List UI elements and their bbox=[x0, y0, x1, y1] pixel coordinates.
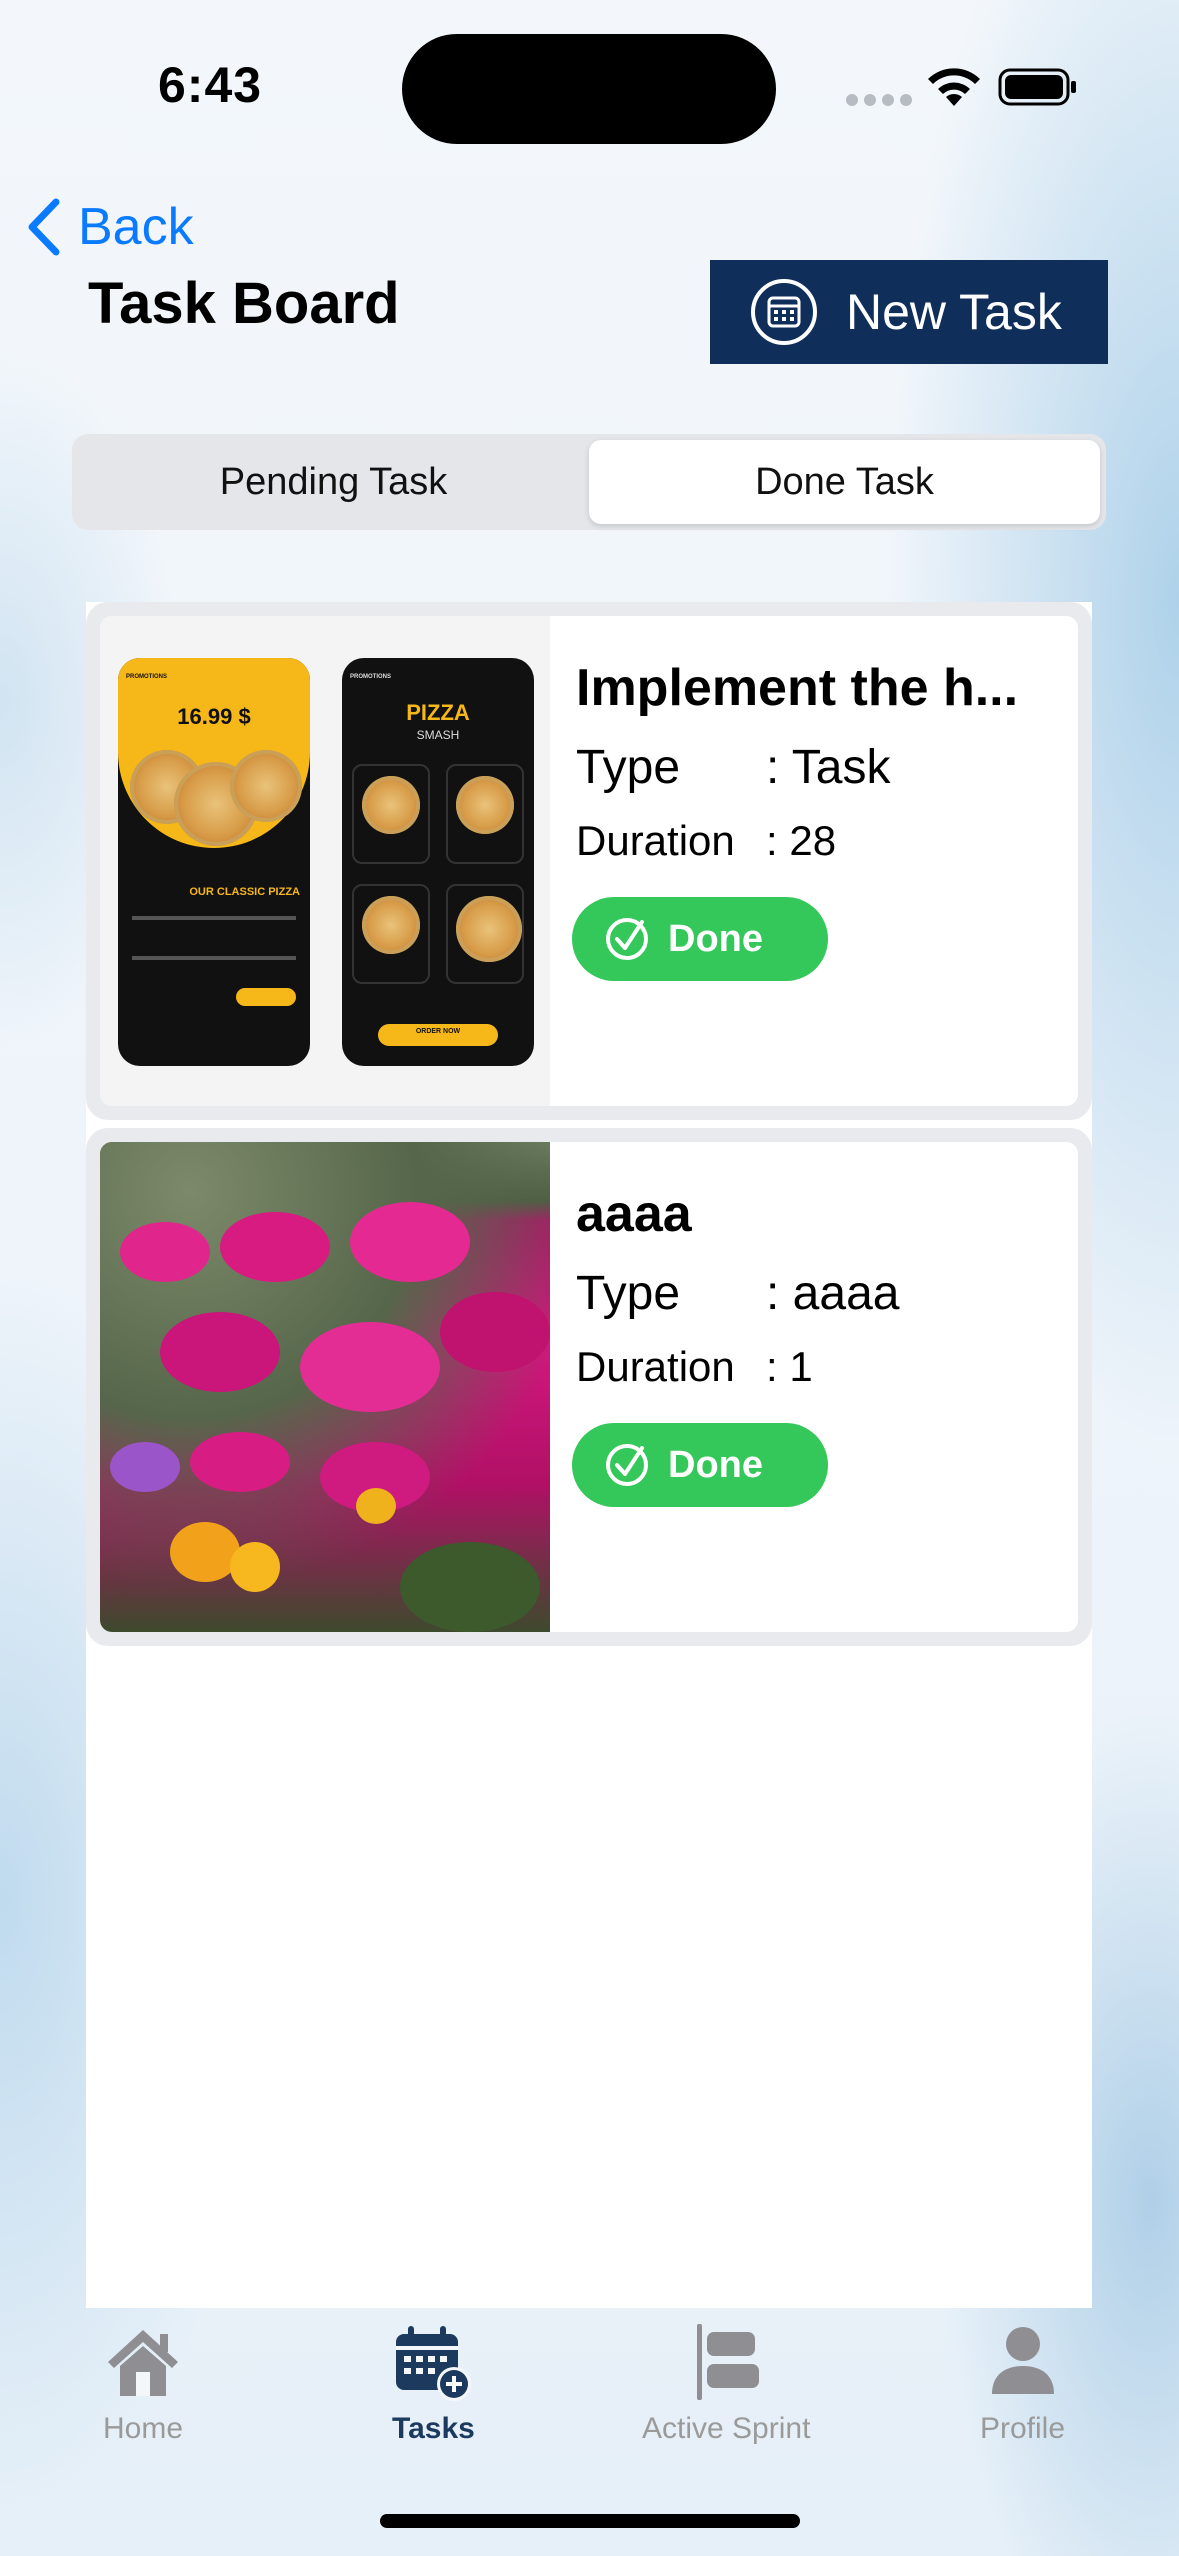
task-thumbnail-flowers bbox=[100, 1142, 550, 1632]
task-type-row: Type: aaaa bbox=[576, 1267, 900, 1320]
house-icon bbox=[108, 2330, 178, 2396]
back-button[interactable]: Back bbox=[24, 196, 194, 258]
home-indicator bbox=[380, 2514, 800, 2528]
back-label: Back bbox=[78, 198, 194, 256]
calendar-icon bbox=[751, 279, 817, 345]
check-circle-icon bbox=[606, 1444, 648, 1486]
pizza-menu-screen: PROMOTIONS PIZZA SMASH ORDER NOW bbox=[342, 658, 534, 1066]
tab-active-sprint[interactable]: Active Sprint bbox=[642, 2322, 810, 2446]
dynamic-island bbox=[402, 34, 776, 144]
done-status-button[interactable]: Done bbox=[572, 1423, 828, 1507]
bars-left-icon bbox=[697, 2324, 760, 2400]
pizza-promo-screen: PROMOTIONS 16.99 $ OUR CLASSIC PIZZA bbox=[118, 658, 310, 1066]
task-type-row: Type: Task bbox=[576, 741, 891, 794]
new-task-button[interactable]: New Task bbox=[710, 260, 1108, 364]
calendar-plus-icon bbox=[396, 2326, 472, 2401]
tab-home[interactable]: Home bbox=[102, 2322, 184, 2446]
task-status-segment: Pending Task Done Task bbox=[72, 434, 1106, 530]
check-circle-icon bbox=[606, 918, 648, 960]
task-thumbnail-pizza-app: PROMOTIONS 16.99 $ OUR CLASSIC PIZZA PRO… bbox=[100, 616, 550, 1106]
done-status-button[interactable]: Done bbox=[572, 897, 828, 981]
new-task-label: New Task bbox=[846, 284, 1062, 340]
task-title: Implement the h... bbox=[576, 659, 1019, 717]
status-time: 6:43 bbox=[158, 57, 263, 113]
page-title: Task Board bbox=[88, 271, 400, 336]
task-duration-row: Duration: 1 bbox=[576, 1343, 813, 1390]
cellular-signal-icon bbox=[846, 94, 912, 106]
task-duration-row: Duration: 28 bbox=[576, 817, 837, 864]
task-card[interactable]: PROMOTIONS 16.99 $ OUR CLASSIC PIZZA PRO… bbox=[86, 602, 1092, 1120]
chevron-left-icon bbox=[28, 198, 60, 256]
person-icon bbox=[991, 2327, 1054, 2394]
task-list[interactable]: PROMOTIONS 16.99 $ OUR CLASSIC PIZZA PRO… bbox=[86, 602, 1092, 2308]
segment-done-task[interactable]: Done Task bbox=[589, 440, 1100, 524]
task-card[interactable]: aaaa Type: aaaa Duration: 1 Done bbox=[86, 1128, 1092, 1646]
tab-profile[interactable]: Profile bbox=[980, 2322, 1065, 2446]
task-title: aaaa bbox=[576, 1185, 692, 1243]
wifi-icon bbox=[928, 68, 980, 106]
segment-pending-task[interactable]: Pending Task bbox=[78, 440, 589, 524]
battery-icon bbox=[998, 68, 1076, 106]
tab-tasks[interactable]: Tasks bbox=[392, 2322, 475, 2446]
tab-bar: Home Tasks Active Sprint Profile bbox=[86, 2308, 1092, 2458]
